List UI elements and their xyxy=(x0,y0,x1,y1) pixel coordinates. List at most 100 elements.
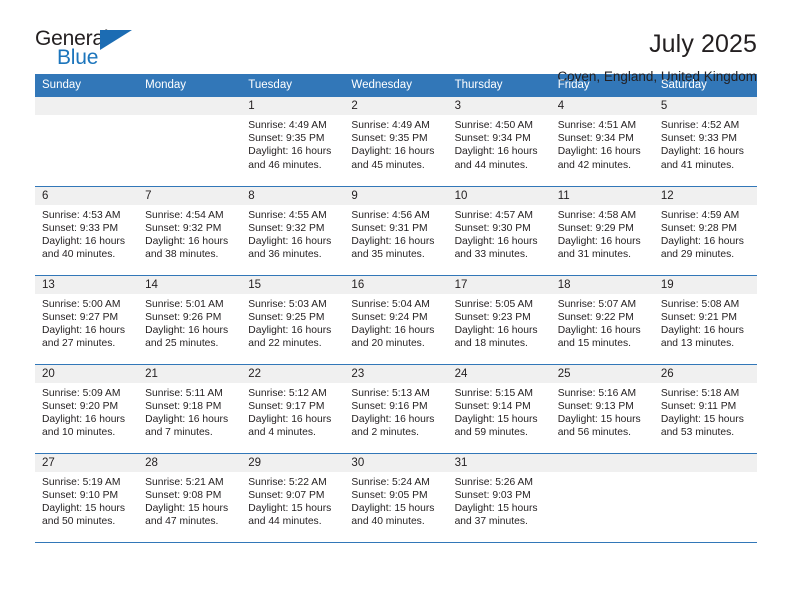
daylight-text-line2: and 36 minutes. xyxy=(248,249,322,261)
day-cell-inner: 12 Sunrise: 4:59 AM Sunset: 9:28 PM Dayligh… xyxy=(653,186,757,275)
sunset-text: Sunset: 9:21 PM xyxy=(660,311,737,323)
daylight-text-line2: and 44 minutes. xyxy=(248,516,322,528)
day-number: 28 xyxy=(138,453,242,472)
day-details: Sunrise: 4:49 AM Sunset: 9:35 PM Daylight:… xyxy=(241,115,344,172)
calendar-day-cell[interactable]: 17 Sunrise: 5:05 AM Sunset: 9:23 PM Dayligh… xyxy=(447,274,551,364)
calendar-day-cell[interactable]: 24 Sunrise: 5:15 AM Sunset: 9:14 PM Dayligh… xyxy=(447,363,551,453)
calendar-day-cell[interactable]: 16 Sunrise: 5:04 AM Sunset: 9:24 PM Dayligh… xyxy=(344,274,448,364)
daylight-text-line1: Daylight: 15 hours xyxy=(42,502,125,514)
daylight-text-line1: Daylight: 16 hours xyxy=(42,413,125,425)
calendar-day-cell[interactable]: 30 Sunrise: 5:24 AM Sunset: 9:05 PM Dayligh… xyxy=(344,452,448,543)
calendar-day-cell[interactable]: 9 Sunrise: 4:56 AM Sunset: 9:31 PM Daylight… xyxy=(344,185,448,275)
calendar-day-cell[interactable]: 22 Sunrise: 5:12 AM Sunset: 9:17 PM Dayligh… xyxy=(241,363,345,453)
daylight-text-line1: Daylight: 16 hours xyxy=(660,324,744,336)
day-cell-inner: 28 Sunrise: 5:21 AM Sunset: 9:08 PM Dayligh… xyxy=(138,453,242,542)
day-cell-inner: 17 Sunrise: 5:05 AM Sunset: 9:23 PM Dayligh… xyxy=(447,275,551,364)
day-details: Sunrise: 4:56 AM Sunset: 9:31 PM Daylight:… xyxy=(344,205,447,262)
sunrise-text: Sunrise: 5:18 AM xyxy=(660,387,740,399)
day-cell-inner: 16 Sunrise: 5:04 AM Sunset: 9:24 PM Dayligh… xyxy=(344,275,448,364)
daylight-text-line2: and 35 minutes. xyxy=(351,249,425,261)
calendar-week-row: 27 Sunrise: 5:19 AM Sunset: 9:10 PM Dayligh… xyxy=(35,452,757,543)
calendar-day-cell[interactable]: 5 Sunrise: 4:52 AM Sunset: 9:33 PM Daylight… xyxy=(653,97,757,186)
day-number: 17 xyxy=(447,275,551,294)
daylight-text-line1: Daylight: 15 hours xyxy=(557,413,641,425)
calendar-day-cell[interactable]: 10 Sunrise: 4:57 AM Sunset: 9:30 PM Dayligh… xyxy=(447,185,551,275)
daylight-text-line1: Daylight: 16 hours xyxy=(454,235,538,247)
day-number: 22 xyxy=(241,364,345,383)
general-blue-logo[interactable]: General Blue xyxy=(35,28,140,74)
calendar-day-cell[interactable]: 2 Sunrise: 4:49 AM Sunset: 9:35 PM Daylight… xyxy=(344,97,448,186)
sunset-text: Sunset: 9:26 PM xyxy=(145,311,222,323)
calendar-day-cell[interactable]: 29 Sunrise: 5:22 AM Sunset: 9:07 PM Dayligh… xyxy=(241,452,345,543)
calendar-day-cell[interactable]: 11 Sunrise: 4:58 AM Sunset: 9:29 PM Dayligh… xyxy=(550,185,654,275)
calendar-week-row: 13 Sunrise: 5:00 AM Sunset: 9:27 PM Dayligh… xyxy=(35,274,757,364)
day-number: 7 xyxy=(138,186,242,205)
daylight-text-line1: Daylight: 16 hours xyxy=(557,235,641,247)
day-cell-inner: 23 Sunrise: 5:13 AM Sunset: 9:16 PM Dayligh… xyxy=(344,364,448,453)
day-details: Sunrise: 4:57 AM Sunset: 9:30 PM Daylight:… xyxy=(448,205,551,262)
calendar-day-cell[interactable]: 25 Sunrise: 5:16 AM Sunset: 9:13 PM Dayligh… xyxy=(550,363,654,453)
weekday-header-tuesday: Tuesday xyxy=(241,74,345,97)
sunset-text: Sunset: 9:31 PM xyxy=(351,222,428,234)
day-cell-inner: 4 Sunrise: 4:51 AM Sunset: 9:34 PM Daylight… xyxy=(550,97,654,186)
sunrise-text: Sunrise: 5:04 AM xyxy=(351,298,430,310)
sunrise-text: Sunrise: 4:49 AM xyxy=(248,120,327,131)
day-cell-inner: 9 Sunrise: 4:56 AM Sunset: 9:31 PM Daylight… xyxy=(344,186,448,275)
calendar-day-cell[interactable]: 18 Sunrise: 5:07 AM Sunset: 9:22 PM Dayligh… xyxy=(550,274,654,364)
calendar-empty-cell xyxy=(653,452,757,543)
daylight-text-line2: and 59 minutes. xyxy=(454,427,528,439)
day-details: Sunrise: 4:51 AM Sunset: 9:34 PM Daylight:… xyxy=(551,115,654,172)
daylight-text-line2: and 20 minutes. xyxy=(351,338,425,350)
calendar-day-cell[interactable]: 1 Sunrise: 4:49 AM Sunset: 9:35 PM Daylight… xyxy=(241,97,345,186)
daylight-text-line2: and 4 minutes. xyxy=(248,427,316,439)
calendar-day-cell[interactable]: 23 Sunrise: 5:13 AM Sunset: 9:16 PM Dayligh… xyxy=(344,363,448,453)
sunrise-text: Sunrise: 4:59 AM xyxy=(660,209,740,221)
daylight-text-line2: and 41 minutes. xyxy=(660,159,735,171)
day-cell-inner: 30 Sunrise: 5:24 AM Sunset: 9:05 PM Dayligh… xyxy=(344,453,448,542)
sunrise-text: Sunrise: 5:22 AM xyxy=(248,476,327,488)
calendar-day-cell[interactable]: 20 Sunrise: 5:09 AM Sunset: 9:20 PM Dayligh… xyxy=(35,363,139,453)
calendar-day-cell[interactable]: 12 Sunrise: 4:59 AM Sunset: 9:28 PM Dayligh… xyxy=(653,185,757,275)
day-details: Sunrise: 5:01 AM Sunset: 9:26 PM Daylight:… xyxy=(138,294,241,351)
day-details: Sunrise: 5:12 AM Sunset: 9:17 PM Daylight:… xyxy=(241,383,344,440)
calendar-day-cell[interactable]: 13 Sunrise: 5:00 AM Sunset: 9:27 PM Dayligh… xyxy=(35,274,139,364)
daylight-text-line2: and 56 minutes. xyxy=(557,427,631,439)
daylight-text-line2: and 2 minutes. xyxy=(351,427,419,439)
day-cell-inner: 29 Sunrise: 5:22 AM Sunset: 9:07 PM Dayligh… xyxy=(241,453,345,542)
sunset-text: Sunset: 9:18 PM xyxy=(145,400,222,412)
day-cell-inner xyxy=(550,453,654,542)
calendar-day-cell[interactable]: 28 Sunrise: 5:21 AM Sunset: 9:08 PM Dayligh… xyxy=(138,452,242,543)
calendar-day-cell[interactable]: 7 Sunrise: 4:54 AM Sunset: 9:32 PM Daylight… xyxy=(138,185,242,275)
calendar-day-cell[interactable]: 15 Sunrise: 5:03 AM Sunset: 9:25 PM Dayligh… xyxy=(241,274,345,364)
weekday-header-thursday: Thursday xyxy=(447,74,551,97)
day-details: Sunrise: 5:07 AM Sunset: 9:22 PM Daylight:… xyxy=(551,294,654,351)
page-header: General Blue July 2025 Coven, England, U… xyxy=(35,0,757,85)
calendar-day-cell[interactable]: 8 Sunrise: 4:55 AM Sunset: 9:32 PM Daylight… xyxy=(241,185,345,275)
day-details: Sunrise: 4:52 AM Sunset: 9:33 PM Daylight:… xyxy=(654,115,757,172)
day-details: Sunrise: 4:58 AM Sunset: 9:29 PM Daylight:… xyxy=(551,205,654,262)
calendar-day-cell[interactable]: 21 Sunrise: 5:11 AM Sunset: 9:18 PM Dayligh… xyxy=(138,363,242,453)
daylight-text-line2: and 38 minutes. xyxy=(145,249,219,261)
sunrise-text: Sunrise: 4:57 AM xyxy=(454,209,533,221)
day-details: Sunrise: 5:16 AM Sunset: 9:13 PM Daylight:… xyxy=(551,383,654,440)
calendar-day-cell[interactable]: 31 Sunrise: 5:26 AM Sunset: 9:03 PM Dayligh… xyxy=(447,452,551,543)
title-block: July 2025 Coven, England, United Kingdom xyxy=(557,28,757,86)
sunrise-text: Sunrise: 4:50 AM xyxy=(454,120,533,131)
calendar-page: General Blue July 2025 Coven, England, U… xyxy=(0,0,792,612)
sunset-text: Sunset: 9:24 PM xyxy=(351,311,428,323)
daylight-text-line2: and 31 minutes. xyxy=(557,249,631,261)
sunrise-text: Sunrise: 4:53 AM xyxy=(42,209,121,221)
calendar-day-cell[interactable]: 19 Sunrise: 5:08 AM Sunset: 9:21 PM Dayligh… xyxy=(653,274,757,364)
daylight-text-line2: and 18 minutes. xyxy=(454,338,528,350)
calendar-day-cell[interactable]: 3 Sunrise: 4:50 AM Sunset: 9:34 PM Daylight… xyxy=(447,97,551,186)
day-cell-inner: 25 Sunrise: 5:16 AM Sunset: 9:13 PM Dayligh… xyxy=(550,364,654,453)
calendar-day-cell[interactable]: 6 Sunrise: 4:53 AM Sunset: 9:33 PM Daylight… xyxy=(35,185,139,275)
sunrise-sunset-calendar: Sunday Monday Tuesday Wednesday Thursday… xyxy=(35,74,757,543)
calendar-day-cell[interactable]: 27 Sunrise: 5:19 AM Sunset: 9:10 PM Dayligh… xyxy=(35,452,139,543)
day-details: Sunrise: 4:50 AM Sunset: 9:34 PM Daylight:… xyxy=(448,115,551,172)
calendar-week-row: 6 Sunrise: 4:53 AM Sunset: 9:33 PM Daylight… xyxy=(35,185,757,275)
calendar-day-cell[interactable]: 4 Sunrise: 4:51 AM Sunset: 9:34 PM Daylight… xyxy=(550,97,654,186)
calendar-day-cell[interactable]: 26 Sunrise: 5:18 AM Sunset: 9:11 PM Dayligh… xyxy=(653,363,757,453)
day-cell-inner xyxy=(653,453,757,542)
calendar-day-cell[interactable]: 14 Sunrise: 5:01 AM Sunset: 9:26 PM Dayligh… xyxy=(138,274,242,364)
